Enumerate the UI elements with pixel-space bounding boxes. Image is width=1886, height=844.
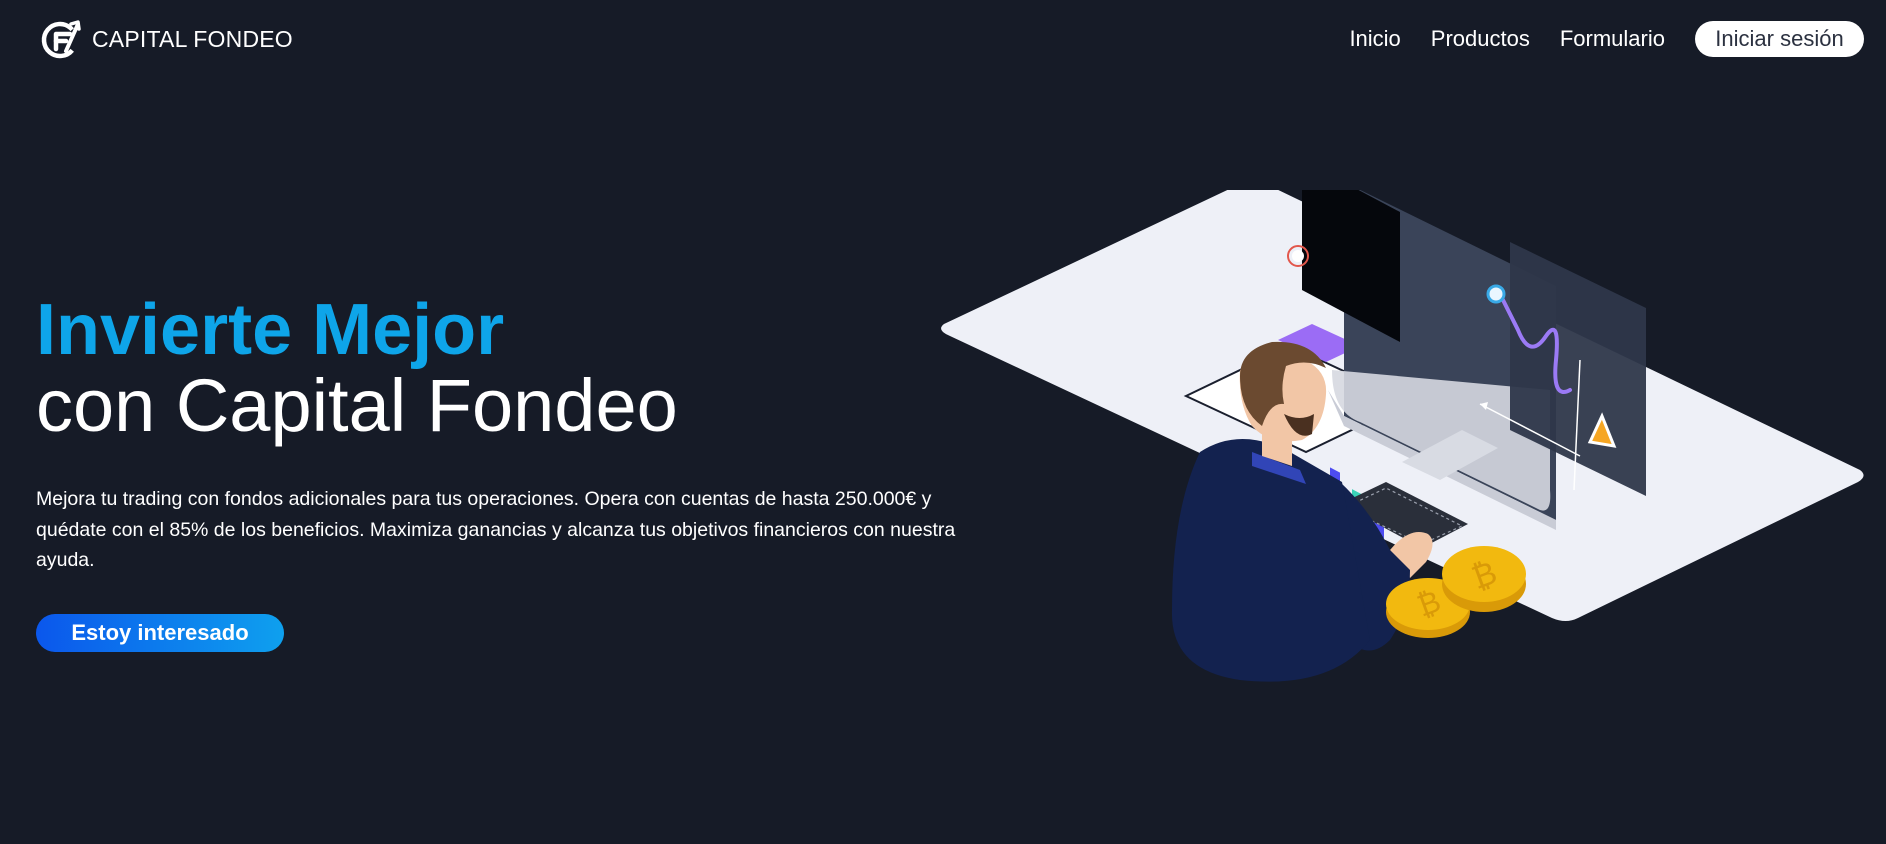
- hero-title: Invierte Mejor con Capital Fondeo: [36, 292, 678, 444]
- brand-home-link[interactable]: CAPITAL FONDEO: [40, 18, 293, 60]
- main-nav: Inicio Productos Formulario Iniciar sesi…: [1349, 20, 1864, 58]
- login-button[interactable]: Iniciar sesión: [1695, 21, 1864, 57]
- hero-title-main: con Capital Fondeo: [36, 364, 678, 447]
- hero-description: Mejora tu trading con fondos adicionales…: [36, 488, 956, 571]
- interested-button[interactable]: Estoy interesado: [36, 614, 284, 652]
- nav-link-productos[interactable]: Productos: [1431, 20, 1530, 58]
- brand-name: CAPITAL FONDEO: [92, 25, 293, 52]
- nav-link-inicio[interactable]: Inicio: [1349, 20, 1400, 58]
- nav-link-formulario[interactable]: Formulario: [1560, 20, 1665, 58]
- hero-title-accent: Invierte Mejor: [36, 290, 505, 370]
- site-header: CAPITAL FONDEO Inicio Productos Formular…: [0, 0, 1886, 78]
- cf-logo-icon: [41, 20, 81, 59]
- trader-desk-illustration: ₿ ₿: [941, 190, 1864, 682]
